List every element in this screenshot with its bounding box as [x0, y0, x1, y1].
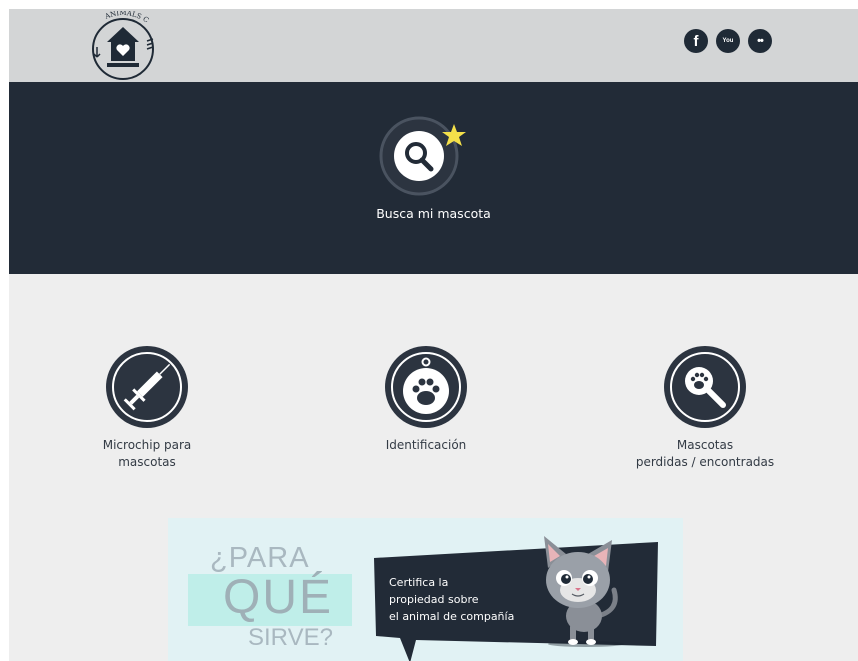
info-banner[interactable]: ¿PARA QUÉ SIRVE? Certifica la propiedad … — [168, 518, 683, 661]
facebook-icon[interactable]: f — [684, 29, 708, 53]
syringe-icon — [106, 346, 188, 428]
banner-text: Certifica la propiedad sobre el animal d… — [389, 576, 515, 623]
site-logo[interactable]: ANIMALS CARES — [87, 11, 159, 81]
hero-label[interactable]: Busca mi mascota — [9, 206, 858, 221]
service-label: Microchip para mascotas — [102, 438, 192, 469]
youtube-icon[interactable]: You — [716, 29, 740, 53]
paw-search-icon — [664, 346, 746, 428]
logo-text: ANIMALS CARES — [87, 11, 150, 25]
service-lost-found[interactable]: Mascotas perdidas / encontradas — [615, 345, 795, 471]
kitten-illustration — [544, 536, 624, 647]
paw-tag-icon — [385, 346, 467, 428]
service-label: Identificación — [385, 438, 467, 452]
page-frame: ANIMALS CARES f You •• Busca mi mascota — [9, 9, 858, 661]
social-links: f You •• — [684, 29, 772, 53]
service-microchip[interactable]: Microchip para mascotas — [87, 345, 207, 471]
site-header: ANIMALS CARES f You •• — [9, 9, 858, 82]
search-star-icon[interactable] — [379, 112, 475, 198]
hero-section: Busca mi mascota — [9, 82, 858, 274]
service-identification[interactable]: Identificación — [366, 345, 486, 454]
flickr-icon[interactable]: •• — [748, 29, 772, 53]
service-label: Mascotas perdidas / encontradas — [635, 438, 775, 469]
svg-text:ANIMALS CARES: ANIMALS CARES — [87, 11, 150, 25]
